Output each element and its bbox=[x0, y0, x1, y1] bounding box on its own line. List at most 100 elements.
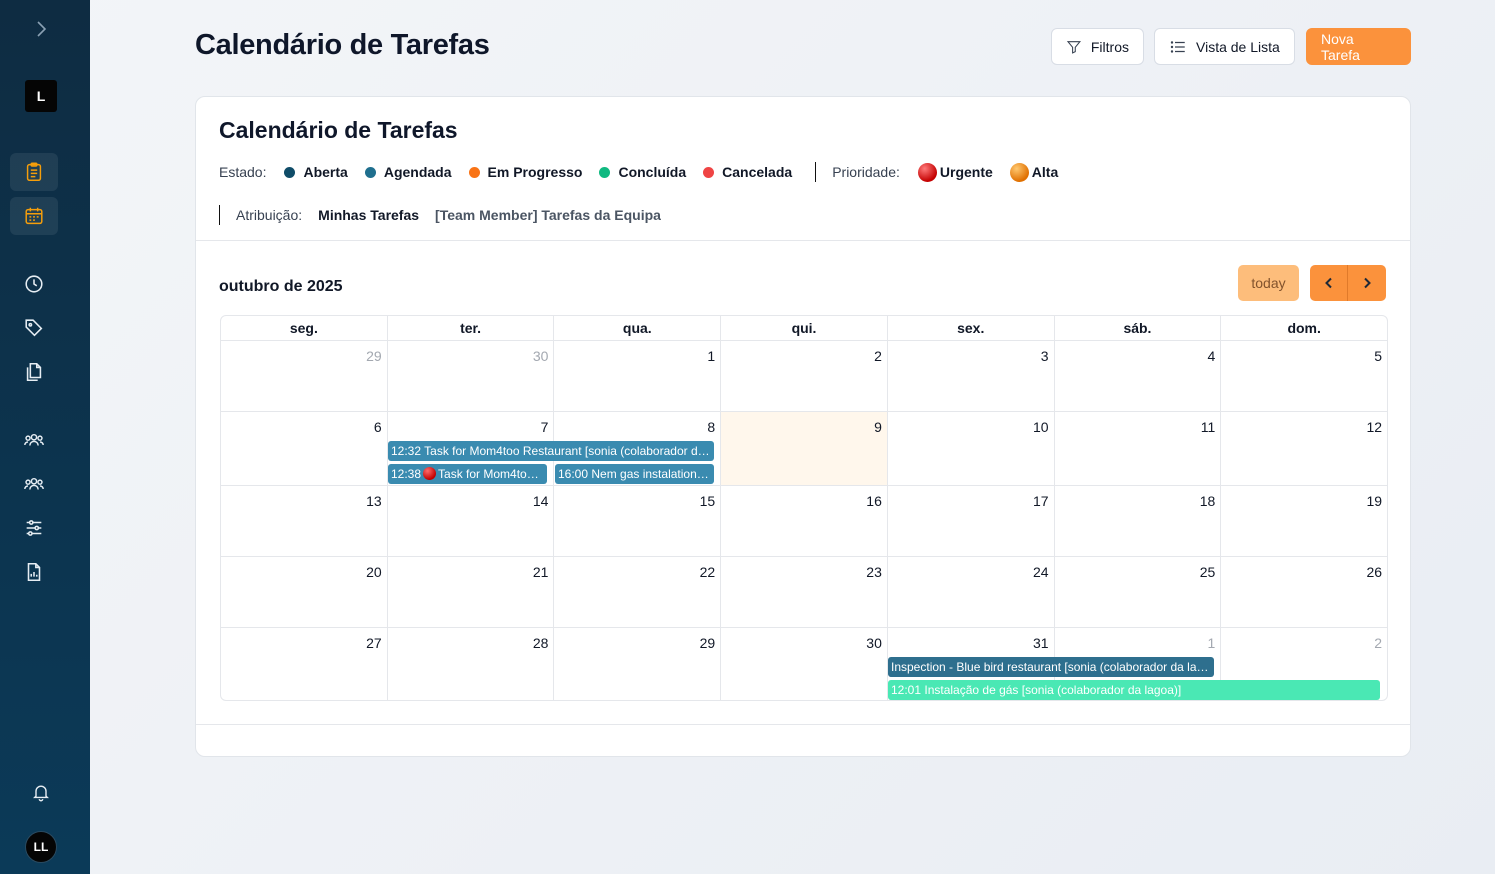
calendar-event[interactable]: 12:01 Instalação de gás [sonia (colabora… bbox=[888, 680, 1380, 700]
day-cell[interactable]: 5 bbox=[1221, 341, 1387, 411]
day-cell[interactable]: 21 bbox=[388, 557, 555, 627]
legend-in-progress: Em Progresso bbox=[468, 164, 582, 180]
filters-button[interactable]: Filtros bbox=[1051, 28, 1144, 65]
sidebar-item-tasks[interactable] bbox=[10, 153, 58, 191]
day-number: 27 bbox=[366, 635, 382, 651]
red-ball-icon bbox=[917, 162, 937, 182]
month-title: outubro de 2025 bbox=[219, 278, 343, 295]
day-cell-today[interactable]: 9 bbox=[721, 412, 888, 485]
new-task-button[interactable]: Nova Tarefa bbox=[1306, 28, 1411, 65]
weekday-header: seg. ter. qua. qui. sex. sáb. dom. bbox=[221, 316, 1387, 341]
divider bbox=[196, 240, 1410, 241]
page-title: Calendário de Tarefas bbox=[195, 29, 490, 61]
sidebar-item-users[interactable] bbox=[10, 465, 58, 503]
day-number: 7 bbox=[540, 419, 549, 435]
day-number: 11 bbox=[1200, 419, 1216, 435]
sidebar-item-calendar[interactable] bbox=[10, 197, 58, 235]
day-number: 30 bbox=[532, 348, 549, 364]
day-cell[interactable]: 18 bbox=[1055, 486, 1222, 556]
clipboard-icon bbox=[26, 162, 42, 181]
day-number: 3 bbox=[1040, 348, 1049, 364]
weekday-label: sex. bbox=[888, 316, 1055, 340]
tag-icon bbox=[25, 319, 43, 337]
day-cell[interactable]: 29 bbox=[554, 628, 722, 700]
notifications-button[interactable] bbox=[26, 777, 56, 807]
day-number: 29 bbox=[366, 348, 382, 364]
day-cell[interactable]: 3 bbox=[888, 341, 1055, 411]
status-dot bbox=[284, 166, 296, 178]
status-dot bbox=[468, 166, 480, 178]
weekday-label: seg. bbox=[221, 316, 388, 340]
day-cell[interactable]: 19 bbox=[1221, 486, 1387, 556]
sidebar-item-reports[interactable] bbox=[10, 553, 58, 591]
status-legend-label: Estado: bbox=[219, 164, 267, 180]
day-cell[interactable]: 15 bbox=[554, 486, 722, 556]
clock-icon bbox=[25, 275, 43, 293]
day-cell[interactable]: 6 bbox=[221, 412, 388, 485]
day-cell[interactable]: 14 bbox=[388, 486, 555, 556]
list-view-button[interactable]: Vista de Lista bbox=[1154, 28, 1295, 65]
documents-icon bbox=[26, 362, 42, 382]
weekday-label: ter. bbox=[388, 316, 555, 340]
day-cell[interactable]: 30 bbox=[388, 341, 555, 411]
team-tasks-option[interactable]: [Team Member] Tarefas da Equipa bbox=[435, 207, 661, 223]
day-number: 6 bbox=[373, 419, 382, 435]
status-legend: Estado: Aberta Agendada Em Progresso Con… bbox=[219, 162, 1075, 182]
calendar-icon bbox=[25, 207, 43, 225]
chevron-right-icon bbox=[1364, 277, 1371, 289]
sidebar-item-tags[interactable] bbox=[10, 309, 58, 347]
calendar-event[interactable]: 12:32 Task for Mom4too Restaurant [sonia… bbox=[388, 441, 714, 461]
day-number: 2 bbox=[1374, 635, 1383, 651]
next-month-button[interactable] bbox=[1348, 265, 1386, 301]
legend-cancelled: Cancelada bbox=[703, 164, 792, 180]
legend-high: Alta bbox=[1009, 162, 1058, 182]
org-logo[interactable]: L bbox=[25, 80, 57, 112]
day-number: 26 bbox=[1366, 564, 1383, 580]
day-cell[interactable]: 24 bbox=[888, 557, 1055, 627]
prev-month-button[interactable] bbox=[1310, 265, 1348, 301]
day-cell[interactable]: 11 bbox=[1055, 412, 1222, 485]
red-ball-icon bbox=[423, 467, 437, 480]
day-cell[interactable]: 17 bbox=[888, 486, 1055, 556]
day-cell[interactable]: 27 bbox=[221, 628, 388, 700]
day-cell[interactable]: 1 bbox=[554, 341, 722, 411]
calendar-event[interactable]: 12:38Task for Mom4too Restaurant bbox=[388, 464, 547, 484]
sidebar-item-team[interactable] bbox=[10, 421, 58, 459]
day-cell[interactable]: 25 bbox=[1055, 557, 1222, 627]
day-cell[interactable]: 26 bbox=[1221, 557, 1387, 627]
day-number: 30 bbox=[866, 635, 882, 651]
day-cell[interactable]: 30 bbox=[721, 628, 888, 700]
day-cell[interactable]: 29 bbox=[221, 341, 388, 411]
day-cell[interactable]: 2 bbox=[721, 341, 888, 411]
day-cell[interactable]: 10 bbox=[888, 412, 1055, 485]
user-avatar[interactable]: LL bbox=[25, 831, 57, 863]
calendar-event[interactable]: 16:00 Nem gas instalation [sonia (colabo… bbox=[555, 464, 714, 484]
day-cell[interactable]: 4 bbox=[1055, 341, 1222, 411]
day-number: 20 bbox=[366, 564, 382, 580]
day-cell[interactable]: 13 bbox=[221, 486, 388, 556]
status-dot bbox=[364, 166, 376, 178]
divider bbox=[196, 724, 1410, 725]
calendar-card: Calendário de Tarefas Estado: Aberta Age… bbox=[195, 96, 1411, 757]
status-dot bbox=[703, 166, 715, 178]
day-cell[interactable]: 22 bbox=[554, 557, 722, 627]
sliders-icon bbox=[26, 520, 42, 536]
weekday-label: qua. bbox=[554, 316, 722, 340]
sidebar-item-settings[interactable] bbox=[10, 509, 58, 547]
day-cell[interactable]: 12 bbox=[1221, 412, 1387, 485]
day-cell[interactable]: 20 bbox=[221, 557, 388, 627]
day-number: 1 bbox=[1207, 635, 1216, 651]
calendar-event[interactable]: Inspection - Blue bird restaurant [sonia… bbox=[888, 657, 1214, 677]
expand-sidebar-button[interactable] bbox=[28, 16, 54, 42]
day-number: 23 bbox=[866, 564, 882, 580]
sidebar-item-documents[interactable] bbox=[10, 353, 58, 391]
my-tasks-option[interactable]: Minhas Tarefas bbox=[318, 207, 419, 223]
today-button[interactable]: today bbox=[1238, 265, 1299, 301]
day-cell[interactable]: 23 bbox=[721, 557, 888, 627]
sidebar-item-history[interactable] bbox=[10, 265, 58, 303]
filters-label: Filtros bbox=[1090, 38, 1129, 55]
day-cell[interactable]: 28 bbox=[388, 628, 555, 700]
week-row: 29 30 1 2 3 4 5 bbox=[221, 341, 1387, 412]
day-cell[interactable]: 16 bbox=[721, 486, 888, 556]
chevron-right-icon bbox=[37, 21, 47, 37]
